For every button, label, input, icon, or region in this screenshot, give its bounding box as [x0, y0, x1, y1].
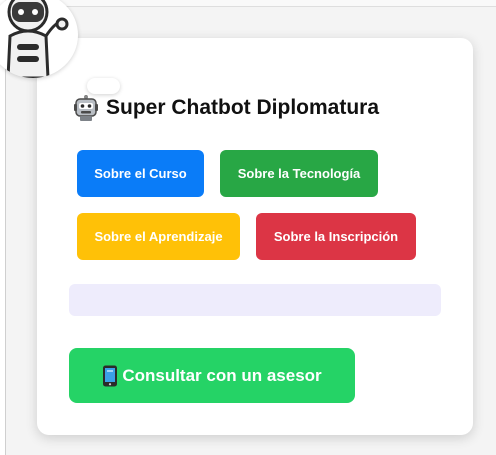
topic-button-tecnologia[interactable]: Sobre la Tecnología — [220, 150, 378, 197]
consult-advisor-label: Consultar con un asesor — [122, 365, 322, 385]
topic-button-curso[interactable]: Sobre el Curso — [77, 150, 204, 197]
consult-advisor-button[interactable]: Consultar con un asesor — [69, 348, 355, 403]
chat-toggle[interactable] — [87, 78, 120, 94]
topic-button-inscripcion[interactable]: Sobre la Inscripción — [256, 213, 416, 260]
chatbot-header: Super Chatbot Diplomatura — [73, 93, 379, 123]
robot-face-icon — [74, 95, 98, 121]
chatbot-title: Super Chatbot Diplomatura — [106, 96, 380, 119]
response-area — [69, 284, 441, 316]
topic-button-aprendizaje[interactable]: Sobre el Aprendizaje — [77, 213, 240, 260]
window-top-edge — [5, 0, 496, 7]
mobile-phone-icon — [103, 365, 118, 386]
